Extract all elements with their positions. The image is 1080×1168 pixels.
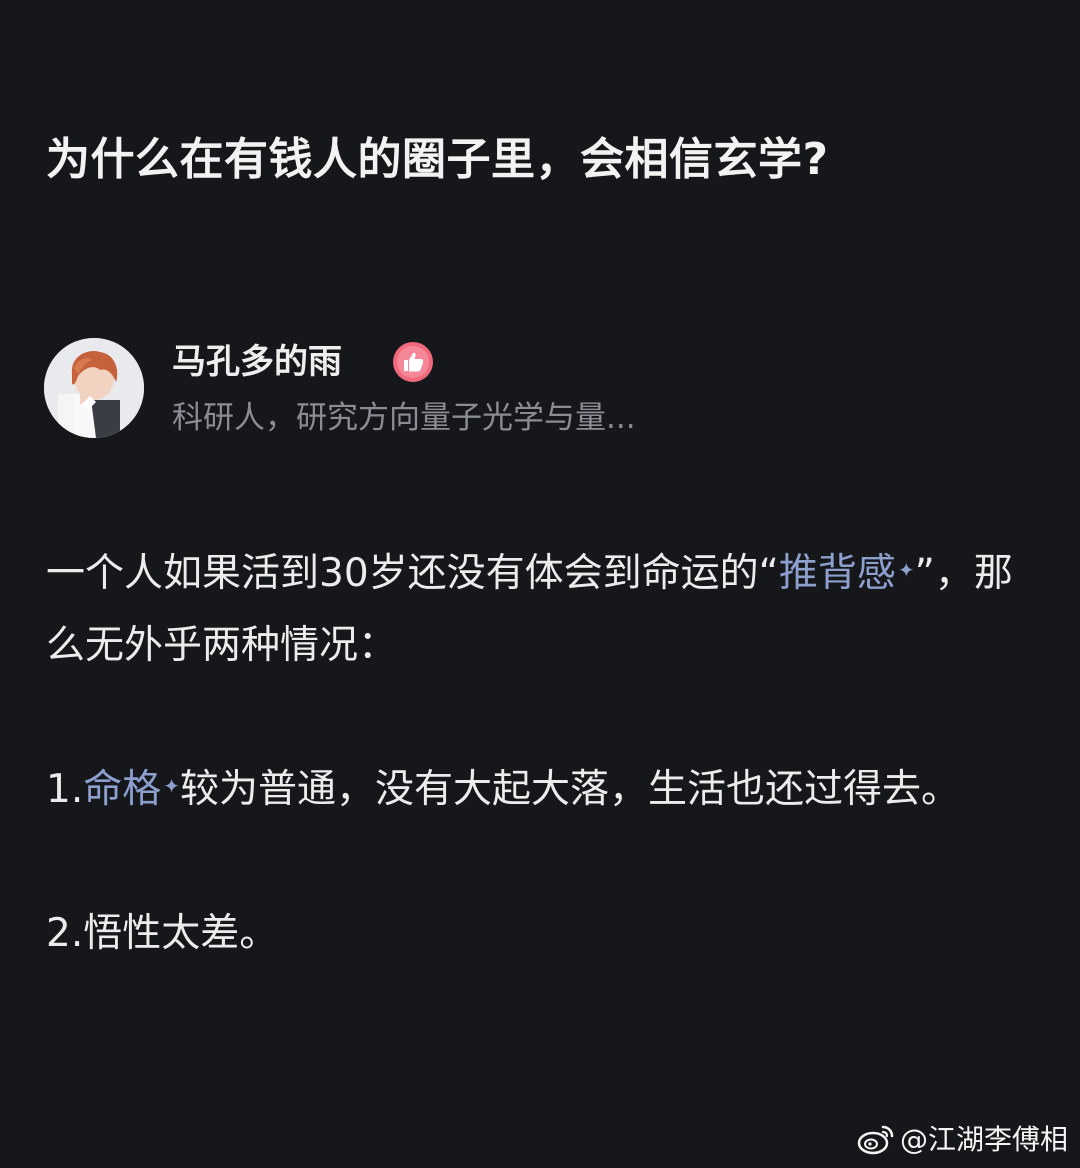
answer-paragraph-1: 一个人如果活到30岁还没有体会到命运的“推背感 ✦”，那么无外乎两种情况： (46, 538, 1036, 682)
answer-text: 1. (46, 767, 84, 812)
watermark: @江湖李傅相 (856, 1118, 1068, 1158)
author-block[interactable]: 马孔多的雨 科研人，研究方向量子光学与量... (44, 336, 1044, 440)
weibo-icon (857, 1125, 894, 1155)
author-name[interactable]: 马孔多的雨 (172, 336, 342, 388)
question-title: 为什么在有钱人的圈子里，会相信玄学? (46, 134, 829, 185)
keyword-link-mingge[interactable]: 命格 (83, 767, 161, 812)
answer-text: 一个人如果活到30岁还没有体会到命运的“ (46, 551, 779, 596)
avatar[interactable] (44, 338, 144, 438)
answer-paragraph-3: 2.悟性太差。 (46, 898, 1036, 970)
answer-text: 较为普通，没有大起大落，生活也还过得去。 (180, 767, 961, 812)
thumbs-up-badge-icon (392, 341, 434, 383)
answer-text: 2.悟性太差。 (46, 911, 279, 956)
sparkle-icon: ✦ (163, 774, 180, 798)
answer-body: 一个人如果活到30岁还没有体会到命运的“推背感 ✦”，那么无外乎两种情况： 1.命… (46, 538, 1036, 970)
avatar-illustration (44, 338, 144, 438)
sparkle-icon: ✦ (897, 558, 915, 582)
watermark-text: @江湖李傅相 (899, 1123, 1068, 1156)
keyword-link-tuibeigan[interactable]: 推背感 (779, 551, 896, 596)
author-bio: 科研人，研究方向量子光学与量... (172, 400, 636, 436)
answer-paragraph-2: 1.命格 ✦较为普通，没有大起大落，生活也还过得去。 (46, 754, 1036, 826)
